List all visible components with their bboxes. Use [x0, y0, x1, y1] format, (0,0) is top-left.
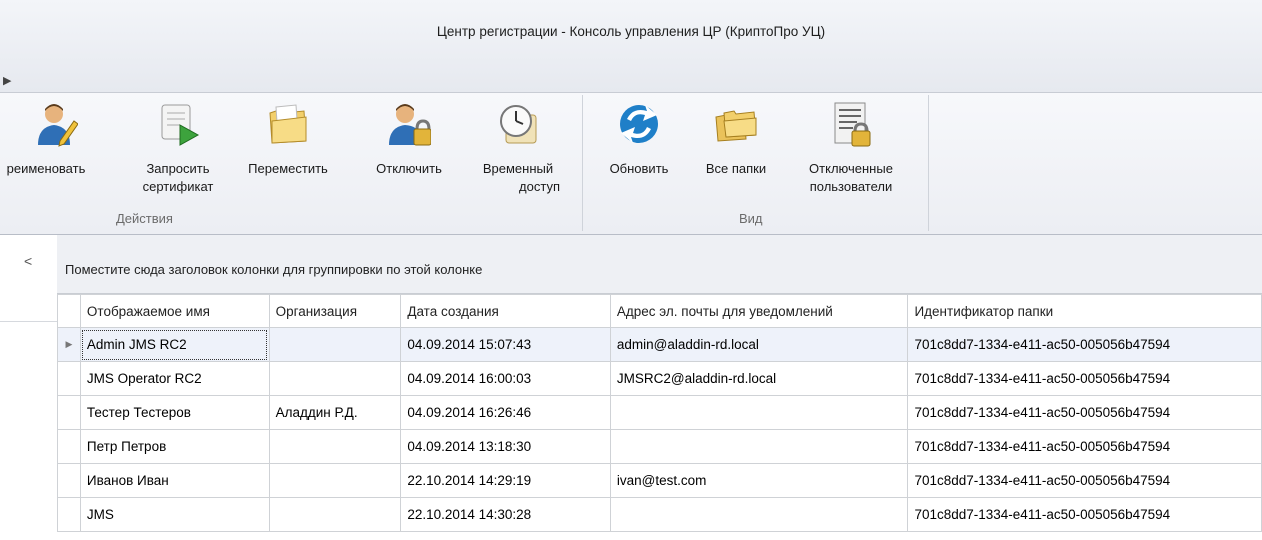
- document-lock-icon: [834, 102, 871, 147]
- column-header-folder-id[interactable]: Идентификатор папки: [907, 294, 1262, 328]
- disabled-users-label-1: Отключенные: [809, 161, 893, 176]
- cell-folder-id[interactable]: 701c8dd7-1334-e411-ac50-005056b47594: [907, 497, 1262, 532]
- window-title: Центр регистрации - Консоль управления Ц…: [436, 24, 826, 39]
- cell-email[interactable]: JMSRC2@aladdin-rd.local: [609, 361, 909, 396]
- row-indicator: [57, 429, 81, 464]
- refresh-button[interactable]: Обновить: [594, 101, 684, 178]
- table-row[interactable]: Тестер Тестеров Аладдин Р.Д. 04.09.2014 …: [57, 395, 1262, 430]
- disable-label: Отключить: [376, 161, 442, 176]
- cell-creation-date[interactable]: 04.09.2014 16:00:03: [400, 361, 611, 396]
- cell-folder-id[interactable]: 701c8dd7-1334-e411-ac50-005056b47594: [907, 327, 1262, 362]
- all-folders-button[interactable]: Все папки: [690, 101, 782, 178]
- move-button[interactable]: Переместить: [238, 101, 338, 178]
- disabled-users-label-2: пользователи: [809, 179, 893, 194]
- table-header-row: Отображаемое имя Организация Дата создан…: [57, 294, 1262, 328]
- request-certificate-label-2: сертификат: [142, 179, 214, 194]
- row-indicator: [57, 361, 81, 396]
- table-row[interactable]: Петр Петров 04.09.2014 13:18:30 701c8dd7…: [57, 429, 1262, 464]
- current-row-indicator: ▶: [57, 327, 81, 362]
- all-folders-label: Все папки: [705, 161, 767, 176]
- table-row[interactable]: ▶ Admin JMS RC2 04.09.2014 15:07:43 admi…: [57, 327, 1262, 362]
- request-certificate-button[interactable]: Запросить сертификат: [132, 101, 224, 196]
- collapse-panel-button[interactable]: <: [24, 253, 32, 269]
- table-row[interactable]: JMS 22.10.2014 14:30:28 701c8dd7-1334-e4…: [57, 497, 1262, 532]
- cell-email[interactable]: [609, 429, 909, 464]
- row-indicator-header: [57, 294, 81, 328]
- group-separator: [928, 95, 929, 231]
- ribbon: реименовать Запросить сертификат Перемес…: [0, 93, 1262, 235]
- title-bar-marker: ▶: [3, 75, 12, 87]
- cell-organization[interactable]: Аладдин Р.Д.: [268, 395, 402, 430]
- cell-creation-date[interactable]: 04.09.2014 16:26:46: [400, 395, 611, 430]
- cell-email[interactable]: [609, 497, 909, 532]
- cell-display-name[interactable]: Admin JMS RC2: [79, 327, 270, 362]
- clock-scroll-icon: [500, 105, 537, 144]
- cell-email[interactable]: [609, 395, 909, 430]
- disable-button[interactable]: Отключить: [358, 101, 460, 178]
- cell-display-name[interactable]: Петр Петров: [79, 429, 270, 464]
- group-caption-view: Вид: [739, 211, 763, 226]
- users-table: Отображаемое имя Организация Дата создан…: [57, 294, 1262, 532]
- group-separator: [582, 95, 583, 231]
- cell-display-name[interactable]: Тестер Тестеров: [79, 395, 270, 430]
- cell-organization[interactable]: [268, 463, 402, 498]
- group-caption-actions: Действия: [116, 211, 173, 226]
- user-pencil-icon: [38, 104, 79, 147]
- navigation-panel: <: [0, 235, 58, 540]
- user-lock-icon: [389, 104, 432, 146]
- column-header-organization[interactable]: Организация: [268, 294, 402, 328]
- refresh-label: Обновить: [609, 161, 669, 176]
- table-row[interactable]: JMS Operator RC2 04.09.2014 16:00:03 JMS…: [57, 361, 1262, 396]
- group-by-hint: Поместите сюда заголовок колонки для гру…: [65, 262, 483, 277]
- cell-folder-id[interactable]: 701c8dd7-1334-e411-ac50-005056b47594: [907, 463, 1262, 498]
- column-header-creation-date[interactable]: Дата создания: [400, 294, 611, 328]
- column-header-display-name[interactable]: Отображаемое имя: [79, 294, 270, 328]
- cell-folder-id[interactable]: 701c8dd7-1334-e411-ac50-005056b47594: [907, 429, 1262, 464]
- column-header-email[interactable]: Адрес эл. почты для уведомлений: [609, 294, 909, 328]
- cell-organization[interactable]: [268, 361, 402, 396]
- cell-organization[interactable]: [268, 497, 402, 532]
- group-by-area[interactable]: Поместите сюда заголовок колонки для гру…: [57, 235, 1262, 294]
- cell-email[interactable]: ivan@test.com: [609, 463, 909, 498]
- move-folder-icon: [269, 104, 307, 144]
- cell-folder-id[interactable]: 701c8dd7-1334-e411-ac50-005056b47594: [907, 395, 1262, 430]
- temporary-access-button[interactable]: Временный доступ: [470, 101, 566, 196]
- move-label: Переместить: [248, 161, 328, 176]
- cell-creation-date[interactable]: 22.10.2014 14:29:19: [400, 463, 611, 498]
- cell-display-name[interactable]: Иванов Иван: [79, 463, 270, 498]
- request-certificate-label-1: Запросить: [146, 161, 210, 176]
- temporary-access-label-2: доступ: [519, 179, 560, 194]
- users-grid: Поместите сюда заголовок колонки для гру…: [57, 235, 1262, 540]
- rename-label: реименовать: [6, 161, 86, 176]
- row-indicator: [57, 463, 81, 498]
- cell-organization[interactable]: [268, 327, 402, 362]
- disabled-users-button[interactable]: Отключенные пользователи: [790, 101, 912, 196]
- cell-creation-date[interactable]: 22.10.2014 14:30:28: [400, 497, 611, 532]
- row-indicator: [57, 395, 81, 430]
- table-row[interactable]: Иванов Иван 22.10.2014 14:29:19 ivan@tes…: [57, 463, 1262, 498]
- cell-creation-date[interactable]: 04.09.2014 13:18:30: [400, 429, 611, 464]
- cell-display-name[interactable]: JMS: [79, 497, 270, 532]
- rename-button[interactable]: реименовать: [0, 101, 100, 178]
- cell-organization[interactable]: [268, 429, 402, 464]
- folders-icon: [715, 110, 757, 142]
- cell-display-name[interactable]: JMS Operator RC2: [79, 361, 270, 396]
- cell-email[interactable]: admin@aladdin-rd.local: [609, 327, 909, 362]
- refresh-icon: [620, 105, 658, 143]
- panel-divider: [0, 321, 57, 322]
- cell-folder-id[interactable]: 701c8dd7-1334-e411-ac50-005056b47594: [907, 361, 1262, 396]
- title-bar: Центр регистрации - Консоль управления Ц…: [0, 0, 1262, 93]
- temporary-access-label-1: Временный: [482, 161, 554, 176]
- cell-creation-date[interactable]: 04.09.2014 15:07:43: [400, 327, 611, 362]
- row-indicator: [57, 497, 81, 532]
- certificate-request-icon: [161, 104, 200, 146]
